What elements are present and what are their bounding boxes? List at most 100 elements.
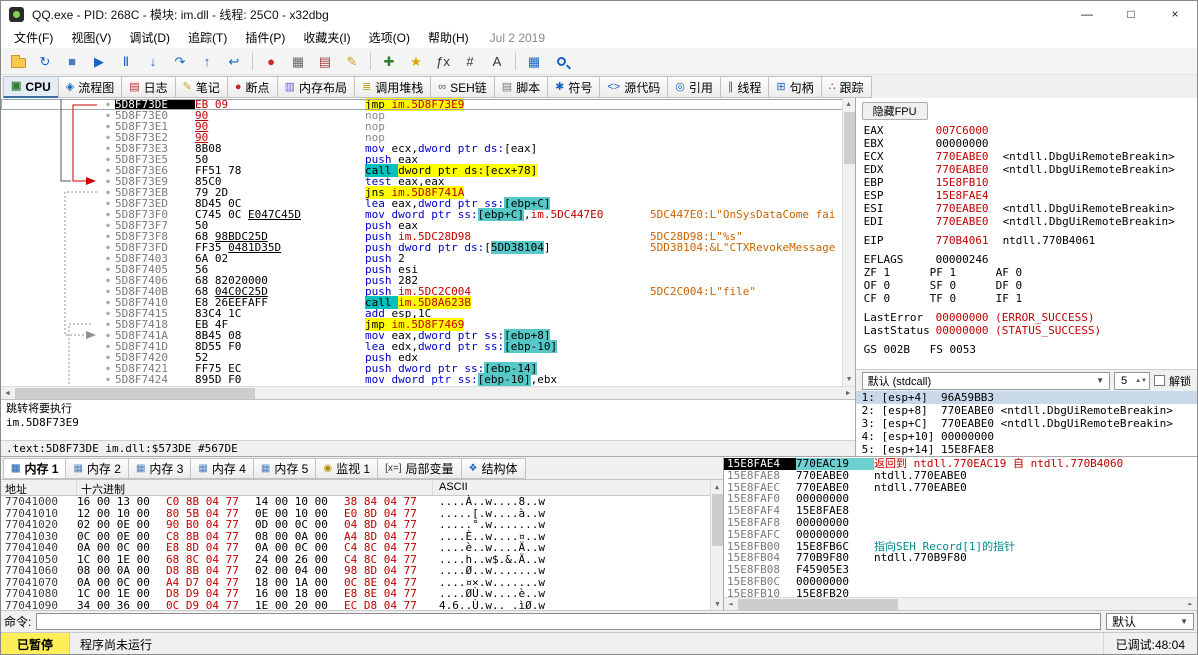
disasm-hscroll-thumb[interactable] — [15, 388, 255, 399]
breakpoint-dot-icon[interactable]: ● — [101, 253, 115, 264]
step-out-icon[interactable]: ↑ — [194, 50, 220, 73]
minimize-button[interactable]: — — [1065, 1, 1109, 27]
tab-call-stack[interactable]: ≣调用堆栈 — [354, 76, 430, 98]
checkbox-icon[interactable] — [1154, 375, 1165, 386]
menu-item-view[interactable]: 视图(V) — [62, 27, 120, 48]
breakpoint-dot-icon[interactable]: ● — [101, 154, 115, 165]
stack-row[interactable]: 15E8FB0C00000000 — [724, 576, 1197, 588]
memory-dump-view[interactable]: 地址 十六进制 ASCII 7704100016 00 13 00C0 8B 0… — [1, 479, 723, 610]
tab-graph[interactable]: ◈流程图 — [58, 76, 121, 98]
breakpoint-dot-icon[interactable]: ● — [101, 165, 115, 176]
stack-row[interactable]: 15E8FAF800000000 — [724, 517, 1197, 529]
tab-script[interactable]: ▤脚本 — [494, 76, 547, 98]
tab-dump1[interactable]: ▦内存 1 — [3, 458, 65, 479]
register-row[interactable]: ECX770EABE0<ntdll.DbgUiRemoteBreakin> — [856, 150, 1197, 163]
tab-handles[interactable]: ⊞句柄 — [768, 76, 820, 98]
stack-row[interactable]: 15E8FAEC770EABE0ntdll.770EABE0 — [724, 482, 1197, 494]
breakpoint-dot-icon[interactable]: ● — [101, 121, 115, 132]
menu-item-plugins[interactable]: 插件(P) — [236, 27, 294, 48]
tab-notes[interactable]: ✎笔记 — [175, 76, 227, 98]
breakpoint-dot-icon[interactable]: ● — [101, 176, 115, 187]
register-row[interactable]: EIP770B4061ntdll.770B4061 — [856, 234, 1197, 247]
dump-row[interactable]: 7704109034 00 36 000C D9 04 771E 00 20 0… — [1, 600, 723, 611]
command-input[interactable] — [36, 613, 1101, 630]
menu-item-favourites[interactable]: 收藏夹(I) — [294, 27, 359, 48]
register-row[interactable]: EDX770EABE0<ntdll.DbgUiRemoteBreakin> — [856, 163, 1197, 176]
menu-item-debug[interactable]: 调试(D) — [120, 27, 179, 48]
scroll-up-icon[interactable]: ▲ — [711, 480, 723, 493]
font-icon[interactable]: A — [484, 50, 510, 73]
register-row[interactable]: LastStatus00000000 (STATUS_SUCCESS) — [856, 324, 1197, 337]
favourites-icon[interactable]: ★ — [403, 50, 429, 73]
breakpoint-dot-icon[interactable]: ● — [101, 308, 115, 319]
stack-row[interactable]: 15E8FB0015E8FB6C指向SEH_Record[1]的指针 — [724, 541, 1197, 553]
disasm-row[interactable]: ●5D8F7424895D F0mov dword ptr ss:[ebp-10… — [1, 374, 855, 385]
stack-hscrollbar[interactable]: ◄ ► — [724, 597, 1197, 610]
dump-row[interactable]: 7704102002 00 0E 0090 B0 04 770D 00 0C 0… — [1, 519, 723, 531]
tab-log[interactable]: ▤日志 — [121, 76, 174, 98]
dump-row[interactable]: 7704100016 00 13 00C0 8B 04 7714 00 10 0… — [1, 496, 723, 508]
run-icon[interactable]: ▶ — [86, 50, 112, 73]
stack-hscroll-thumb[interactable] — [738, 599, 898, 610]
tab-memory-map[interactable]: ▥内存布局 — [277, 76, 354, 98]
dump-vscroll-thumb[interactable] — [712, 494, 723, 546]
breakpoint-dot-icon[interactable]: ● — [101, 99, 115, 110]
tab-dump5[interactable]: ▦内存 5 — [253, 458, 315, 479]
stack-row[interactable]: 15E8FAE8770EABE0ntdll.770EABE0 — [724, 470, 1197, 482]
stack-row[interactable]: 15E8FAE4770EAC19返回到 ntdll.770EAC19 自 ntd… — [724, 458, 1197, 470]
breakpoint-dot-icon[interactable]: ● — [101, 297, 115, 308]
scroll-down-icon[interactable]: ▼ — [843, 373, 856, 386]
tab-watch1[interactable]: ◉监视 1 — [315, 458, 377, 479]
argument-row[interactable]: 2: [esp+8] 770EABE0 <ntdll.DbgUiRemoteBr… — [856, 404, 1197, 417]
unlock-checkbox[interactable]: 解锁 — [1154, 373, 1191, 389]
hide-fpu-button[interactable]: 隐藏FPU — [862, 102, 928, 120]
log-icon[interactable]: ▤ — [312, 50, 338, 73]
dump-vscrollbar[interactable]: ▲ ▼ — [710, 480, 723, 610]
menu-item-trace[interactable]: 追踪(T) — [179, 27, 236, 48]
open-file-icon[interactable] — [5, 50, 31, 73]
tab-threads[interactable]: ∥线程 — [720, 76, 769, 98]
argument-count-stepper[interactable]: 5 ▲▼ — [1114, 372, 1150, 390]
stack-row[interactable]: 15E8FB08F45905E3 — [724, 564, 1197, 576]
menu-item-file[interactable]: 文件(F) — [5, 27, 62, 48]
stack-row[interactable]: 15E8FAF000000000 — [724, 493, 1197, 505]
stack-row[interactable]: 15E8FAFC00000000 — [724, 529, 1197, 541]
breakpoint-dot-icon[interactable]: ● — [101, 187, 115, 198]
breakpoint-dot-icon[interactable]: ● — [101, 132, 115, 143]
breakpoint-dot-icon[interactable]: ● — [101, 352, 115, 363]
memory-map-icon[interactable]: ▦ — [285, 50, 311, 73]
notes-icon[interactable]: ✎ — [339, 50, 365, 73]
search-icon[interactable] — [548, 50, 574, 73]
stack-row[interactable]: 15E8FB04770B9F80ntdll.770B9F80 — [724, 552, 1197, 564]
register-row[interactable]: EDI770EABE0<ntdll.DbgUiRemoteBreakin> — [856, 215, 1197, 228]
breakpoint-dot-icon[interactable]: ● — [101, 143, 115, 154]
breakpoint-dot-icon[interactable]: ● — [101, 242, 115, 253]
tab-dump4[interactable]: ▦内存 4 — [190, 458, 252, 479]
maximize-button[interactable]: □ — [1109, 1, 1153, 27]
tab-locals[interactable]: [x=]局部变量 — [377, 458, 460, 479]
menu-item-options[interactable]: 选项(O) — [360, 27, 419, 48]
stop-icon[interactable]: ■ — [59, 50, 85, 73]
close-button[interactable]: × — [1153, 1, 1197, 27]
register-row[interactable]: CF 0TF 0IF 1 — [856, 292, 1197, 305]
breakpoint-dot-icon[interactable]: ● — [101, 220, 115, 231]
breakpoint-dot-icon[interactable]: ● — [101, 275, 115, 286]
breakpoint-dot-icon[interactable]: ● — [101, 198, 115, 209]
breakpoints-icon[interactable]: ● — [258, 50, 284, 73]
hash-icon[interactable]: # — [457, 50, 483, 73]
scroll-right-icon[interactable]: ► — [842, 387, 855, 399]
tab-struct[interactable]: ❖结构体 — [461, 458, 526, 479]
step-over-icon[interactable]: ↷ — [167, 50, 193, 73]
tab-seh[interactable]: ∞SEH链 — [430, 76, 494, 98]
breakpoint-dot-icon[interactable]: ● — [101, 231, 115, 242]
stepper-arrows-icon[interactable]: ▲▼ — [1135, 378, 1147, 384]
scroll-left-icon[interactable]: ◄ — [1, 387, 14, 399]
disasm-hscrollbar[interactable]: ◄ ► — [1, 386, 855, 399]
dump-row[interactable]: 7704106008 00 0A 00D8 8B 04 7702 00 04 0… — [1, 565, 723, 577]
dump-row[interactable]: 770410400A 00 0C 00E8 8D 04 770A 00 0C 0… — [1, 542, 723, 554]
tab-cpu[interactable]: ▣CPU — [3, 76, 58, 98]
patches-icon[interactable]: ✚ — [376, 50, 402, 73]
breakpoint-dot-icon[interactable]: ● — [101, 363, 115, 374]
register-row[interactable]: ESP15E8FAE4 — [856, 189, 1197, 202]
functions-icon[interactable]: ƒx — [430, 50, 456, 73]
